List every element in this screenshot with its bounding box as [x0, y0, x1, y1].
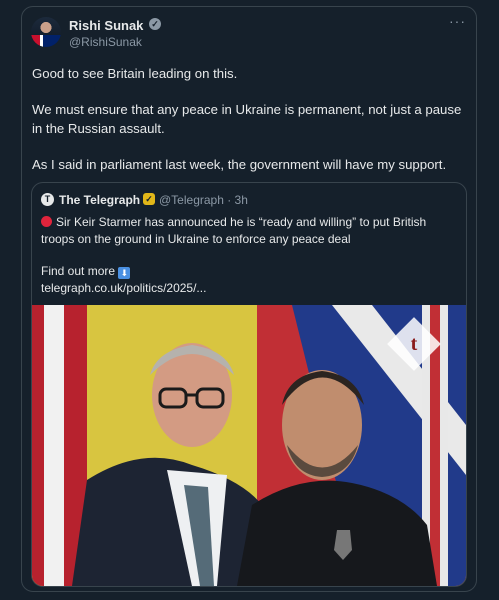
tweet-paragraph: As I said in parliament last week, the g…	[32, 157, 447, 172]
quoted-text: Sir Keir Starmer has announced he is “re…	[41, 214, 461, 248]
watermark-letter: t	[410, 333, 418, 355]
red-circle-icon	[41, 216, 52, 227]
find-out-more-label: Find out more	[41, 264, 116, 278]
author-handle[interactable]: @RishiSunak	[69, 35, 142, 49]
news-photo[interactable]: t	[32, 305, 466, 586]
tweet-body: Good to see Britain leading on this. We …	[32, 64, 472, 191]
quoted-author-handle[interactable]: @Telegraph · 3h	[159, 193, 248, 207]
down-arrow-icon: ⬇	[118, 267, 131, 279]
business-verified-icon: ✓	[143, 193, 155, 205]
quoted-author-name[interactable]: The Telegraph	[59, 193, 140, 207]
telegraph-logo-icon: T	[41, 193, 54, 206]
quoted-text-body: Sir Keir Starmer has announced he is “re…	[41, 215, 427, 246]
more-options-icon[interactable]: ···	[449, 13, 466, 29]
author-avatar[interactable]	[31, 17, 61, 47]
tweet-card[interactable]: Rishi Sunak ✓ @RishiSunak ··· Good to se…	[21, 6, 477, 592]
telegraph-watermark: t	[387, 317, 441, 371]
app-frame: Rishi Sunak ✓ @RishiSunak ··· Good to se…	[0, 0, 499, 600]
quoted-tweet[interactable]: T The Telegraph ✓ @Telegraph · 3h Sir Ke…	[31, 182, 467, 587]
article-link[interactable]: telegraph.co.uk/politics/2025/...	[41, 280, 206, 297]
tweet-paragraph: Good to see Britain leading on this.	[32, 66, 238, 81]
find-out-more: Find out more ⬇	[41, 263, 131, 280]
author-name[interactable]: Rishi Sunak	[69, 18, 143, 33]
tweet-paragraph: We must ensure that any peace in Ukraine…	[32, 102, 462, 136]
verified-badge-icon: ✓	[149, 18, 161, 30]
